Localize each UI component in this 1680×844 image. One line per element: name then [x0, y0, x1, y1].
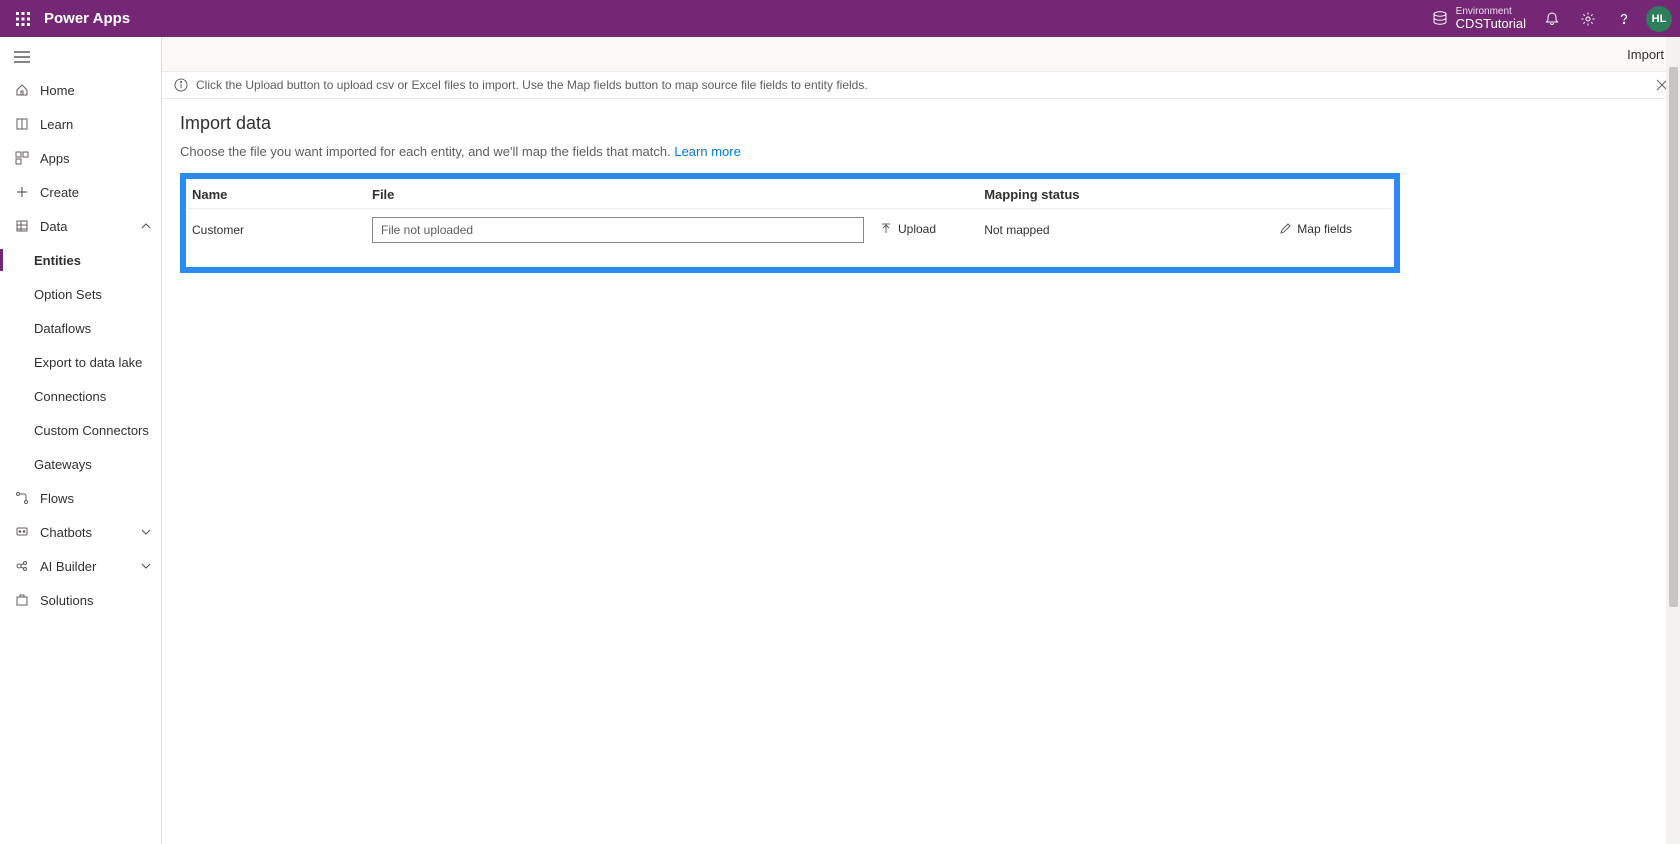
sidebar-item-label: Connections [34, 389, 106, 404]
upload-label: Upload [898, 222, 936, 236]
col-header-name: Name [188, 183, 368, 209]
sidebar-item-solutions[interactable]: Solutions [0, 583, 161, 617]
apps-icon [14, 151, 30, 165]
sidebar-item-label: Flows [40, 491, 74, 506]
sidebar-item-connections[interactable]: Connections [0, 379, 161, 413]
upload-icon [880, 223, 892, 235]
sidebar-item-dataflows[interactable]: Dataflows [0, 311, 161, 345]
main: Import Click the Upload button to upload… [162, 37, 1680, 844]
chevron-up-icon [141, 221, 151, 231]
environment-label: Environment [1456, 6, 1526, 17]
environment-icon [1432, 10, 1448, 26]
chevron-down-icon [141, 527, 151, 537]
data-icon [14, 219, 30, 233]
sidebar-item-apps[interactable]: Apps [0, 141, 161, 175]
chatbots-icon [14, 525, 30, 539]
sidebar-item-label: Data [40, 219, 67, 234]
waffle-icon[interactable] [8, 12, 38, 26]
sidebar-item-label: Option Sets [34, 287, 102, 302]
plus-icon [14, 185, 30, 199]
learn-more-link[interactable]: Learn more [674, 144, 740, 159]
app-name: Power Apps [44, 10, 130, 27]
command-bar: Import [162, 37, 1680, 71]
sidebar-item-label: Gateways [34, 457, 92, 472]
scrollbar[interactable] [1666, 37, 1680, 844]
home-icon [14, 83, 30, 97]
col-header-status: Mapping status [980, 183, 1210, 209]
sidebar-item-label: Home [40, 83, 75, 98]
chevron-down-icon [141, 561, 151, 571]
sidebar-item-gateways[interactable]: Gateways [0, 447, 161, 481]
col-header-file: File [368, 183, 868, 209]
page-description: Choose the file you want imported for ea… [180, 144, 1662, 159]
file-input[interactable] [372, 217, 864, 243]
sidebar: Home Learn Apps Create Data Entities Opt… [0, 37, 162, 844]
learn-icon [14, 117, 30, 131]
sidebar-item-label: Learn [40, 117, 73, 132]
sidebar-item-home[interactable]: Home [0, 73, 161, 107]
ai-builder-icon [14, 559, 30, 573]
sidebar-item-label: Create [40, 185, 79, 200]
sidebar-item-label: Apps [40, 151, 70, 166]
info-text: Click the Upload button to upload csv or… [196, 78, 868, 92]
table-row: Customer Upload Not mapped [188, 209, 1392, 244]
sidebar-item-label: Solutions [40, 593, 93, 608]
solutions-icon [14, 593, 30, 607]
import-button[interactable]: Import [1627, 47, 1664, 62]
edit-icon [1279, 223, 1291, 235]
sidebar-item-entities[interactable]: Entities [0, 243, 161, 277]
flows-icon [14, 491, 30, 505]
entity-name: Customer [188, 209, 368, 244]
environment-picker[interactable]: Environment CDSTutorial [1432, 6, 1526, 31]
sidebar-item-export-lake[interactable]: Export to data lake [0, 345, 161, 379]
sidebar-item-create[interactable]: Create [0, 175, 161, 209]
mapping-status: Not mapped [980, 209, 1210, 244]
environment-name: CDSTutorial [1456, 17, 1526, 31]
import-table-highlight: Name File Mapping status Customer [180, 173, 1400, 273]
upload-button[interactable]: Upload [880, 222, 936, 236]
sidebar-item-learn[interactable]: Learn [0, 107, 161, 141]
avatar[interactable]: HL [1646, 6, 1672, 32]
sidebar-item-label: Entities [34, 253, 81, 268]
sidebar-item-label: Chatbots [40, 525, 92, 540]
info-icon [174, 78, 188, 92]
import-table: Name File Mapping status Customer [188, 183, 1392, 243]
sidebar-item-option-sets[interactable]: Option Sets [0, 277, 161, 311]
sidebar-item-custom-connectors[interactable]: Custom Connectors [0, 413, 161, 447]
help-icon[interactable] [1606, 1, 1642, 37]
sidebar-item-chatbots[interactable]: Chatbots [0, 515, 161, 549]
map-fields-button[interactable]: Map fields [1279, 222, 1352, 236]
sidebar-item-label: Custom Connectors [34, 423, 149, 438]
sidebar-item-ai-builder[interactable]: AI Builder [0, 549, 161, 583]
sidebar-item-data[interactable]: Data [0, 209, 161, 243]
sidebar-item-label: Export to data lake [34, 355, 142, 370]
info-bar: Click the Upload button to upload csv or… [162, 71, 1680, 99]
settings-icon[interactable] [1570, 1, 1606, 37]
map-fields-label: Map fields [1297, 222, 1352, 236]
notifications-icon[interactable] [1534, 1, 1570, 37]
sidebar-item-label: Dataflows [34, 321, 91, 336]
hamburger-icon[interactable] [0, 41, 161, 73]
page-title: Import data [180, 113, 1662, 134]
topbar: Power Apps Environment CDSTutorial HL [0, 0, 1680, 37]
sidebar-item-flows[interactable]: Flows [0, 481, 161, 515]
scrollbar-thumb[interactable] [1669, 67, 1678, 607]
sidebar-item-label: AI Builder [40, 559, 96, 574]
content: Import data Choose the file you want imp… [162, 99, 1680, 844]
